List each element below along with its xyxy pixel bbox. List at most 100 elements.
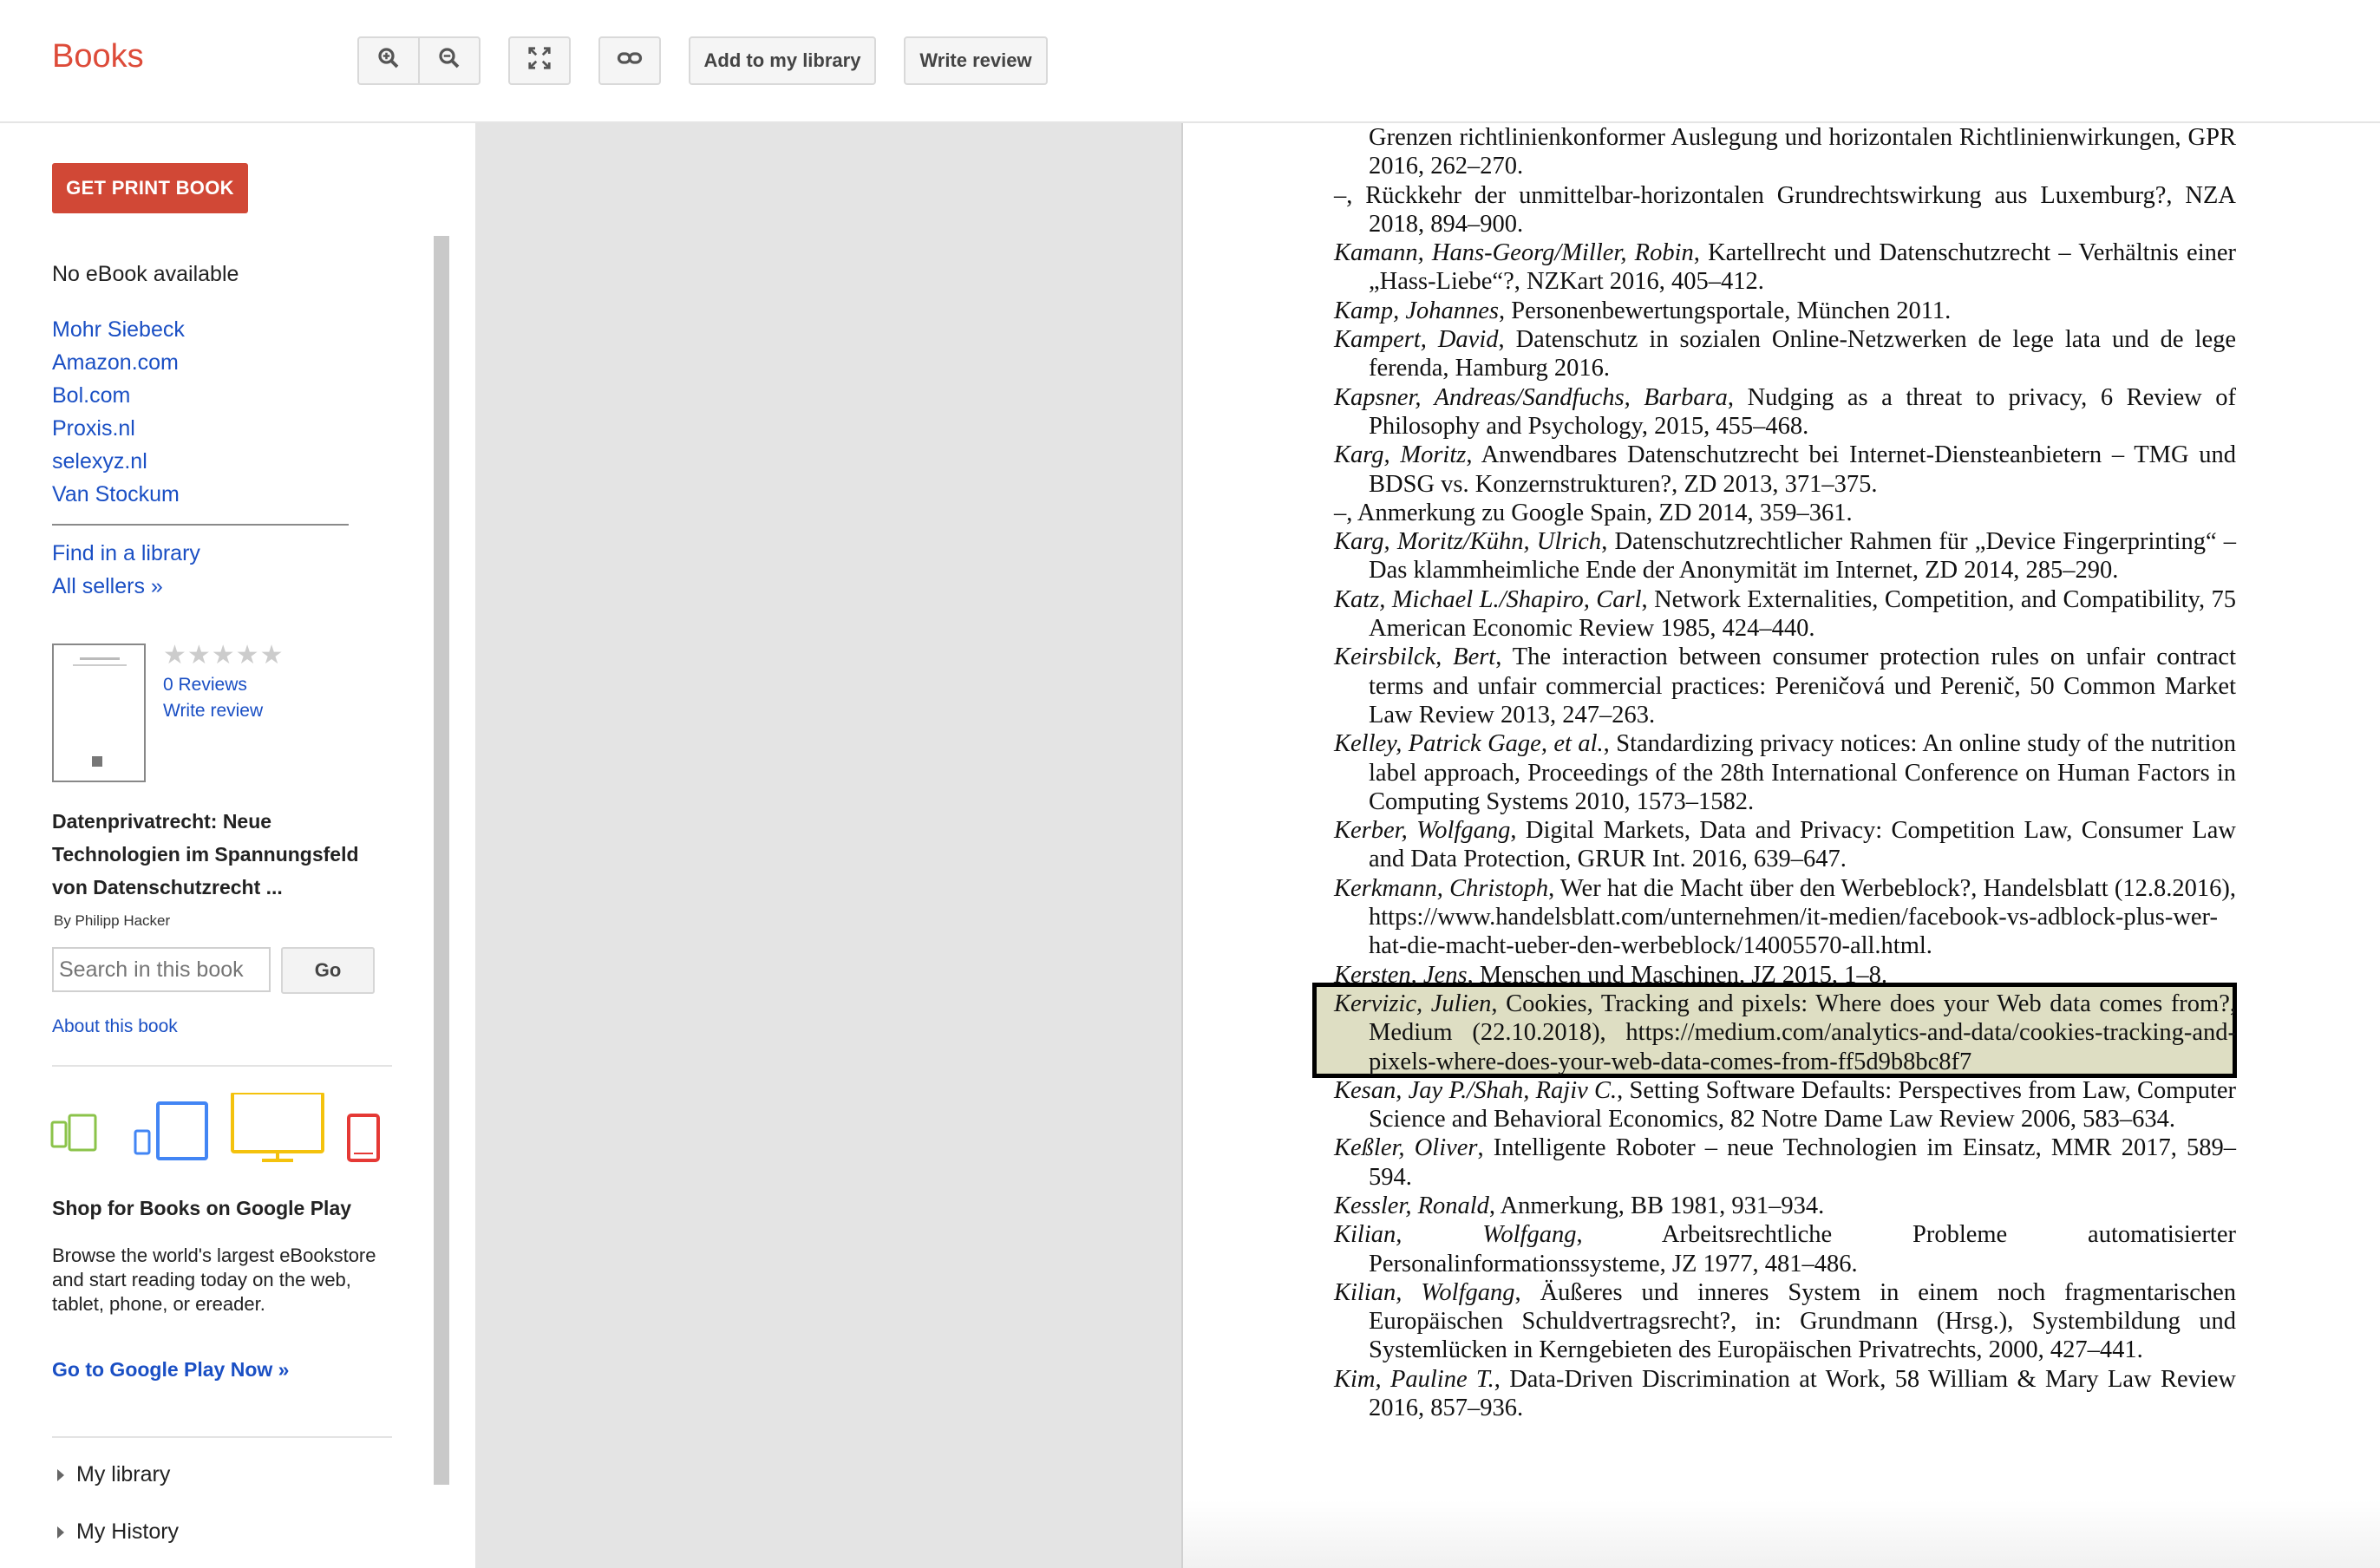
reference-text: –, Rückkehr der unmittelbar-horizontalen… (1334, 181, 2236, 238)
search-in-book-input[interactable] (52, 947, 271, 992)
book-cover-thumbnail[interactable] (52, 644, 146, 782)
search-go-button[interactable]: Go (281, 947, 375, 994)
shop-books-description: Browse the world's largest eBookstore an… (52, 1245, 376, 1315)
cover-logo (92, 756, 102, 767)
reference-author: Keßler, Oliver (1334, 1134, 1478, 1162)
expand-triangle-icon (57, 1468, 64, 1481)
shop-books-title: Shop for Books on Google Play (52, 1197, 352, 1219)
viewer-background (475, 123, 1181, 1568)
top-bar: Books Add to my library Write review (0, 0, 2380, 123)
seller-link-mohr-siebeck[interactable]: Mohr Siebeck (52, 317, 185, 343)
reference-entry: Kampert, David, Datenschutz in sozialen … (1334, 325, 2236, 383)
seller-link-selexyz[interactable]: selexyz.nl (52, 449, 147, 474)
reference-text: , Personenbewertungsportale, München 201… (1498, 297, 1952, 324)
reference-text: , Intelligente Roboter – neue Technologi… (1369, 1134, 2236, 1191)
reference-entry: Kamp, Johannes, Personenbewertungsportal… (1334, 297, 2236, 325)
reference-list: Grenzen richtlinienkonformer Auslegung u… (1334, 123, 2236, 1422)
reference-author: Katz, Michael L./Shapiro, Carl (1334, 585, 1642, 613)
book-title: Datenprivatrecht: Neue Technologien im S… (52, 810, 359, 898)
reference-text: , Menschen und Maschinen, JZ 2015, 1–8. (1467, 961, 1887, 989)
zoom-in-icon (376, 45, 402, 76)
no-ebook-text: No eBook available (52, 262, 239, 286)
page-bottom-shade (1183, 1500, 2380, 1568)
reference-entry: Kesan, Jay P./Shah, Rajiv C., Setting So… (1334, 1076, 2236, 1134)
rating-stars: ★★★★★ (163, 641, 284, 670)
reviews-link[interactable]: 0 Reviews (163, 675, 247, 696)
my-history-link[interactable]: My History (57, 1519, 179, 1545)
reference-entry: Kilian, Wolfgang, Äußeres und inneres Sy… (1334, 1278, 2236, 1365)
reference-text: , Data-Driven Discrimination at Work, 58… (1369, 1365, 2236, 1422)
reference-entry: Kervizic, Julien, Cookies, Tracking and … (1334, 990, 2236, 1076)
reference-entry: –, Anmerkung zu Google Spain, ZD 2014, 3… (1334, 499, 2236, 527)
seller-link-proxis[interactable]: Proxis.nl (52, 416, 135, 441)
my-library-link[interactable]: My library (57, 1462, 170, 1487)
seller-link-bol[interactable]: Bol.com (52, 383, 130, 408)
reference-author: Karg, Moritz (1334, 441, 1467, 469)
find-in-library-link[interactable]: Find in a library (52, 541, 200, 566)
reference-author: Karg, Moritz/Kühn, Ulrich (1334, 528, 1602, 556)
reference-entry: Kamann, Hans-Georg/Miller, Robin, Kartel… (1334, 238, 2236, 297)
all-sellers-link[interactable]: All sellers » (52, 574, 163, 599)
reference-entry: –, Rückkehr der unmittelbar-horizontalen… (1334, 181, 2236, 239)
reference-entry: Karg, Moritz, Anwendbares Datenschutzrec… (1334, 441, 2236, 499)
about-this-book-link[interactable]: About this book (52, 1016, 178, 1037)
link-button[interactable] (598, 36, 661, 85)
reference-entry: Kelley, Patrick Gage, et al., Standardiz… (1334, 729, 2236, 816)
fullscreen-button[interactable] (508, 36, 571, 85)
left-sidebar: GET PRINT BOOK No eBook available Mohr S… (0, 123, 475, 1568)
google-play-link[interactable]: Go to Google Play Now » (52, 1358, 289, 1382)
reference-text: Grenzen richtlinienkonformer Auslegung u… (1369, 124, 2236, 180)
reference-author: Kessler, Ronald (1334, 1192, 1489, 1219)
divider (52, 1436, 392, 1438)
zoom-out-button[interactable] (418, 36, 481, 85)
reference-author: Kamann, Hans-Georg/Miller, Robin (1334, 239, 1694, 267)
reference-author: Kampert, David (1334, 326, 1499, 354)
reference-author: Kersten, Jens (1334, 961, 1468, 989)
reference-text: , Datenschutz in sozialen Online-Netzwer… (1369, 326, 2236, 382)
reference-entry: Kessler, Ronald, Anmerkung, BB 1981, 931… (1334, 1192, 2236, 1220)
expand-triangle-icon (57, 1526, 64, 1539)
reference-author: Keirsbilck, Bert (1334, 644, 1496, 671)
reference-entry: Keirsbilck, Bert, The interaction betwee… (1334, 643, 2236, 729)
reference-author: Kelley, Patrick Gage, et al. (1334, 730, 1604, 758)
my-history-label: My History (76, 1519, 180, 1544)
seller-link-van-stockum[interactable]: Van Stockum (52, 482, 180, 507)
zoom-in-button[interactable] (357, 36, 420, 85)
add-to-library-button[interactable]: Add to my library (689, 36, 876, 85)
reference-author: Kamp, Johannes (1334, 297, 1499, 324)
reference-entry: Grenzen richtlinienkonformer Auslegung u… (1334, 123, 2236, 181)
sidebar-write-review-link[interactable]: Write review (163, 701, 263, 722)
reference-entry: Karg, Moritz/Kühn, Ulrich, Datenschutzre… (1334, 527, 2236, 585)
zoom-out-icon (436, 45, 462, 76)
reference-author: Kerkmann, Christoph (1334, 874, 1549, 902)
write-review-button[interactable]: Write review (904, 36, 1048, 85)
reference-text: , Anwendbares Datenschutzrecht bei Inter… (1369, 441, 2236, 498)
reference-entry: Kerkmann, Christoph, Wer hat die Macht ü… (1334, 874, 2236, 961)
link-icon (617, 45, 643, 76)
divider (52, 1065, 392, 1067)
get-print-book-button[interactable]: GET PRINT BOOK (52, 163, 248, 213)
reference-text: , The interaction between consumer prote… (1369, 644, 2236, 728)
reference-entry: Katz, Michael L./Shapiro, Carl, Network … (1334, 585, 2236, 644)
reference-entry: Kilian, Wolfgang, Arbeitsrechtliche Prob… (1334, 1220, 2236, 1278)
seller-link-amazon[interactable]: Amazon.com (52, 350, 179, 376)
cover-line (73, 664, 127, 666)
reference-author: Kerber, Wolfgang (1334, 817, 1511, 845)
reference-author: Kesan, Jay P./Shah, Rajiv C. (1334, 1076, 1618, 1104)
devices-illustration (50, 1093, 380, 1162)
cover-line (80, 657, 120, 660)
reference-author: Kilian, Wolfgang (1334, 1278, 1515, 1306)
reference-author: Kilian, Wolfgang (1334, 1221, 1577, 1249)
books-logo[interactable]: Books (52, 38, 144, 75)
reference-entry: Kersten, Jens, Menschen und Maschinen, J… (1334, 961, 2236, 990)
book-author: By Philipp Hacker (54, 912, 171, 929)
reference-text: , Cookies, Tracking and pixels: Where do… (1369, 990, 2236, 1075)
reference-text: , Anmerkung, BB 1981, 931–934. (1488, 1192, 1825, 1219)
reference-author: Kapsner, Andreas/Sandfuchs, Barbara (1334, 383, 1728, 411)
divider (52, 524, 349, 526)
reference-author: Kervizic, Julien (1334, 990, 1492, 1017)
sidebar-scrollbar[interactable] (434, 236, 449, 1485)
reference-entry: Kerber, Wolfgang, Digital Markets, Data … (1334, 816, 2236, 874)
reference-text: –, Anmerkung zu Google Spain, ZD 2014, 3… (1334, 499, 1853, 526)
reference-entry: Kim, Pauline T., Data-Driven Discriminat… (1334, 1365, 2236, 1423)
